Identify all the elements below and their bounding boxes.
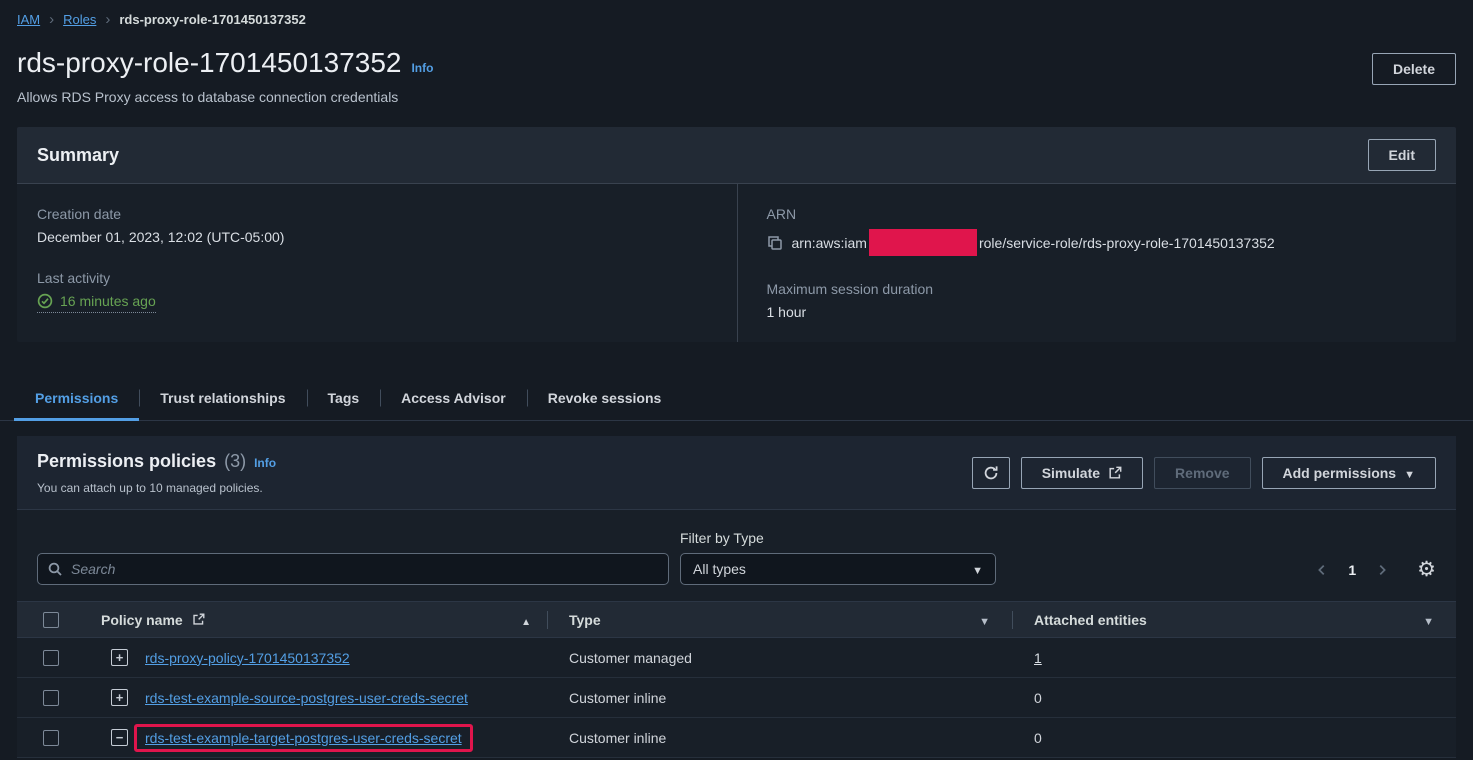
policy-type: Customer managed xyxy=(547,650,1012,666)
page-header-text: rds-proxy-role-1701450137352 Info Allows… xyxy=(17,47,433,105)
tab-revoke-sessions[interactable]: Revoke sessions xyxy=(527,376,683,420)
permissions-count: (3) xyxy=(224,451,246,472)
page-title: rds-proxy-role-1701450137352 xyxy=(17,47,401,79)
breadcrumb-current: rds-proxy-role-1701450137352 xyxy=(119,12,305,27)
title-info-link[interactable]: Info xyxy=(411,61,433,75)
table-row: rds-test-example-source-postgres-user-cr… xyxy=(17,678,1456,718)
refresh-icon xyxy=(983,465,999,481)
breadcrumb-iam-link[interactable]: IAM xyxy=(17,12,40,27)
max-session-label: Maximum session duration xyxy=(767,281,1437,297)
search-box xyxy=(37,553,669,585)
settings-gear-icon[interactable] xyxy=(1417,559,1436,580)
permissions-title: Permissions policies xyxy=(37,451,216,472)
sort-ascending-icon[interactable] xyxy=(521,612,531,628)
arn-field: ARN arn:aws:iam role/service-role/rds-pr… xyxy=(767,206,1437,256)
success-check-circle-icon xyxy=(37,293,53,309)
permissions-header-text: Permissions policies (3) Info You can at… xyxy=(37,451,276,495)
pagination: 1 xyxy=(1307,559,1436,585)
creation-date-value: December 01, 2023, 12:02 (UTC-05:00) xyxy=(37,229,717,245)
tab-permissions[interactable]: Permissions xyxy=(14,376,139,420)
table-row: rds-proxy-policy-1701450137352 Customer … xyxy=(17,638,1456,678)
permissions-panel-header: Permissions policies (3) Info You can at… xyxy=(17,436,1456,510)
next-page-button[interactable] xyxy=(1367,560,1397,580)
attached-entities-count: 0 xyxy=(1012,690,1456,706)
add-permissions-button[interactable]: Add permissions xyxy=(1262,457,1436,489)
filter-caret-icon[interactable] xyxy=(979,612,990,628)
summary-left-column: Creation date December 01, 2023, 12:02 (… xyxy=(17,184,737,342)
type-filter-label: Filter by Type xyxy=(680,530,996,546)
attached-entities-count: 0 xyxy=(1012,730,1456,746)
chevron-down-icon xyxy=(1404,465,1415,481)
tab-trust-relationships[interactable]: Trust relationships xyxy=(139,376,306,420)
policy-type: Customer inline xyxy=(547,690,1012,706)
role-tabs: Permissions Trust relationships Tags Acc… xyxy=(0,376,1473,421)
row-checkbox[interactable] xyxy=(43,650,59,666)
search-input[interactable] xyxy=(37,553,669,585)
chevron-right-icon xyxy=(49,11,54,28)
chevron-right-icon xyxy=(105,11,110,28)
previous-page-button[interactable] xyxy=(1307,560,1337,580)
select-all-cell xyxy=(17,612,85,628)
attached-entities-header: Attached entities xyxy=(1012,602,1456,637)
simulate-button[interactable]: Simulate xyxy=(1021,457,1143,489)
arn-value: arn:aws:iam role/service-role/rds-proxy-… xyxy=(792,229,1275,256)
permissions-description: You can attach up to 10 managed policies… xyxy=(37,481,276,495)
annotation-highlight-box: rds-test-example-target-postgres-user-cr… xyxy=(134,724,473,752)
chevron-down-icon xyxy=(972,561,983,577)
type-filter-group: Filter by Type All types xyxy=(680,530,996,585)
row-checkbox[interactable] xyxy=(43,690,59,706)
policy-name-link[interactable]: rds-test-example-source-postgres-user-cr… xyxy=(145,690,468,706)
expand-icon[interactable] xyxy=(111,689,128,706)
arn-redaction-box xyxy=(869,229,977,256)
attached-entities-link[interactable]: 1 xyxy=(1034,650,1042,666)
filter-row: Filter by Type All types 1 xyxy=(17,510,1456,601)
tab-tags[interactable]: Tags xyxy=(307,376,381,420)
permissions-info-link[interactable]: Info xyxy=(254,456,276,470)
external-link-icon xyxy=(1108,466,1122,480)
type-filter-select[interactable]: All types xyxy=(680,553,996,585)
collapse-icon[interactable] xyxy=(111,729,128,746)
tab-access-advisor[interactable]: Access Advisor xyxy=(380,376,527,420)
policy-name-header[interactable]: Policy name xyxy=(85,602,547,637)
select-all-checkbox[interactable] xyxy=(43,612,59,628)
max-session-value: 1 hour xyxy=(767,304,1437,320)
policies-table-header: Policy name Type Attached entities xyxy=(17,601,1456,638)
permissions-actions: Simulate Remove Add permissions xyxy=(972,457,1436,489)
permissions-policies-panel: Permissions policies (3) Info You can at… xyxy=(17,436,1456,758)
external-link-icon xyxy=(192,613,205,626)
table-row: rds-test-example-target-postgres-user-cr… xyxy=(17,718,1456,758)
policy-name-link[interactable]: rds-proxy-policy-1701450137352 xyxy=(145,650,350,666)
edit-button[interactable]: Edit xyxy=(1368,139,1436,171)
iam-role-detail-page: IAM Roles rds-proxy-role-1701450137352 r… xyxy=(0,0,1473,760)
creation-date-field: Creation date December 01, 2023, 12:02 (… xyxy=(37,206,717,245)
breadcrumb-roles-link[interactable]: Roles xyxy=(63,12,96,27)
expand-icon[interactable] xyxy=(111,649,128,666)
summary-title: Summary xyxy=(37,145,119,166)
breadcrumb: IAM Roles rds-proxy-role-1701450137352 xyxy=(0,0,1473,34)
type-header: Type xyxy=(547,602,1012,637)
remove-button[interactable]: Remove xyxy=(1154,457,1250,489)
role-description: Allows RDS Proxy access to database conn… xyxy=(17,89,433,105)
last-activity-value: 16 minutes ago xyxy=(37,293,156,313)
last-activity-label: Last activity xyxy=(37,270,717,286)
refresh-button[interactable] xyxy=(972,457,1010,489)
policies-table: Policy name Type Attached entities xyxy=(17,601,1456,758)
last-activity-field: Last activity 16 minutes ago xyxy=(37,270,717,313)
summary-card: Summary Edit Creation date December 01, … xyxy=(17,127,1456,342)
max-session-field: Maximum session duration 1 hour xyxy=(767,281,1437,320)
arn-label: ARN xyxy=(767,206,1437,222)
current-page-number[interactable]: 1 xyxy=(1339,562,1365,578)
page-header: rds-proxy-role-1701450137352 Info Allows… xyxy=(0,34,1473,127)
summary-card-header: Summary Edit xyxy=(17,127,1456,184)
row-checkbox[interactable] xyxy=(43,730,59,746)
type-filter-value: All types xyxy=(693,561,746,577)
filter-caret-icon[interactable] xyxy=(1423,612,1434,628)
creation-date-label: Creation date xyxy=(37,206,717,222)
delete-button[interactable]: Delete xyxy=(1372,53,1456,85)
copy-icon[interactable] xyxy=(767,235,783,251)
summary-card-body: Creation date December 01, 2023, 12:02 (… xyxy=(17,184,1456,342)
summary-right-column: ARN arn:aws:iam role/service-role/rds-pr… xyxy=(737,184,1457,342)
policy-name-link[interactable]: rds-test-example-target-postgres-user-cr… xyxy=(145,730,462,746)
policy-type: Customer inline xyxy=(547,730,1012,746)
